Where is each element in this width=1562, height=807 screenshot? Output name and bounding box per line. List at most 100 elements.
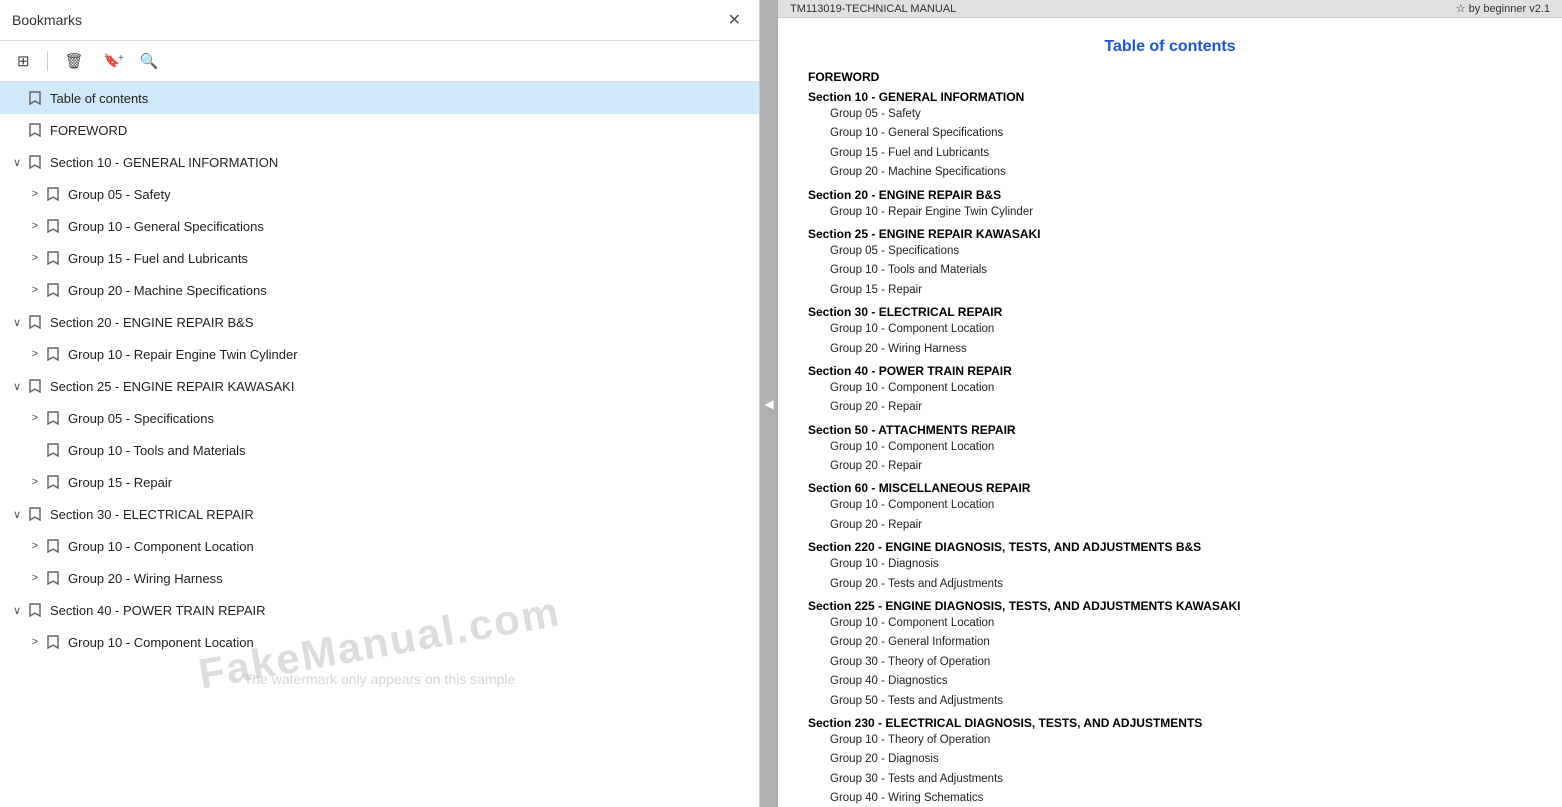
expand-arrow-s10g20[interactable] [26, 284, 44, 296]
delete-icon: 🗑 [65, 52, 84, 70]
close-button[interactable]: ✕ [722, 8, 747, 32]
bookmark-icon-s25g15 [44, 474, 62, 490]
bookmarks-header: Bookmarks ✕ [0, 0, 759, 41]
bookmark-item-s30g10[interactable]: Group 10 - Component Location [0, 530, 759, 562]
bookmark-label-s30: Section 30 - ELECTRICAL REPAIR [50, 507, 254, 522]
toc-group-3-1: Group 20 - Wiring Harness [808, 340, 1532, 358]
bookmark-icon-s40 [26, 602, 44, 618]
bookmark-item-foreword[interactable]: FOREWORD [0, 114, 759, 146]
collapse-panel-handle[interactable]: ◀ [760, 0, 778, 807]
toc-section-3: Section 30 - ELECTRICAL REPAIR [808, 305, 1532, 319]
toc-group-6-0: Group 10 - Component Location [808, 496, 1532, 514]
expand-arrow-s30g10[interactable] [26, 540, 44, 552]
doc-header-right: ☆ by beginner v2.1 [1456, 2, 1550, 15]
toc-group-4-1: Group 20 - Repair [808, 398, 1532, 416]
bookmark-item-s10g10[interactable]: Group 10 - General Specifications [0, 210, 759, 242]
bookmark-label-s30g20: Group 20 - Wiring Harness [68, 571, 223, 586]
expand-arrow-s10g10[interactable] [26, 220, 44, 232]
toc-section-4: Section 40 - POWER TRAIN REPAIR [808, 364, 1532, 378]
bookmark-item-s20[interactable]: Section 20 - ENGINE REPAIR B&S [0, 306, 759, 338]
toc-section-2: Section 25 - ENGINE REPAIR KAWASAKI [808, 227, 1532, 241]
bookmarks-panel: Bookmarks ✕ ⊞ 🗑 🔖+ 🔍 FakeManual.com The … [0, 0, 760, 807]
bookmark-item-s25g10[interactable]: Group 10 - Tools and Materials [0, 434, 759, 466]
bookmark-icon-s20 [26, 314, 44, 330]
toc-group-4-0: Group 10 - Component Location [808, 379, 1532, 397]
bookmark-item-s30[interactable]: Section 30 - ELECTRICAL REPAIR [0, 498, 759, 530]
toc-group-9-1: Group 20 - Diagnosis [808, 750, 1532, 768]
bookmark-item-s10[interactable]: Section 10 - GENERAL INFORMATION [0, 146, 759, 178]
bookmark-icon-s10g20 [44, 282, 62, 298]
bookmark-icon-s25 [26, 378, 44, 394]
toc-section-0: Section 10 - GENERAL INFORMATION [808, 90, 1532, 104]
expand-arrow-s10[interactable] [8, 156, 26, 169]
bookmark-item-toc[interactable]: Table of contents [0, 82, 759, 114]
toc-group-8-1: Group 20 - General Information [808, 633, 1532, 651]
expand-arrow-s30g20[interactable] [26, 572, 44, 584]
bookmark-label-s25g15: Group 15 - Repair [68, 475, 172, 490]
bookmark-item-s10g05[interactable]: Group 05 - Safety [0, 178, 759, 210]
expand-arrow-s25[interactable] [8, 380, 26, 393]
bookmark-item-s30g20[interactable]: Group 20 - Wiring Harness [0, 562, 759, 594]
toolbar-separator [47, 51, 48, 71]
expand-arrow-s40[interactable] [8, 604, 26, 617]
bookmark-label-s10g05: Group 05 - Safety [68, 187, 171, 202]
bookmark-label-foreword: FOREWORD [50, 123, 127, 138]
toc-group-8-3: Group 40 - Diagnostics [808, 672, 1532, 690]
toc-group-0-1: Group 10 - General Specifications [808, 124, 1532, 142]
bookmark-label-s10g15: Group 15 - Fuel and Lubricants [68, 251, 248, 266]
toc-section-9: Section 230 - ELECTRICAL DIAGNOSIS, TEST… [808, 716, 1532, 730]
toc-group-8-4: Group 50 - Tests and Adjustments [808, 692, 1532, 710]
bookmark-item-s20g10[interactable]: Group 10 - Repair Engine Twin Cylinder [0, 338, 759, 370]
toc-section-6: Section 60 - MISCELLANEOUS REPAIR [808, 481, 1532, 495]
bookmark-label-s25: Section 25 - ENGINE REPAIR KAWASAKI [50, 379, 294, 394]
expand-arrow-s30[interactable] [8, 508, 26, 521]
bookmark-item-s10g20[interactable]: Group 20 - Machine Specifications [0, 274, 759, 306]
expand-arrow-s10g15[interactable] [26, 252, 44, 264]
toc-section-8: Section 225 - ENGINE DIAGNOSIS, TESTS, A… [808, 599, 1532, 613]
bookmark-label-s20g10: Group 10 - Repair Engine Twin Cylinder [68, 347, 298, 362]
expand-arrow-s10g05[interactable] [26, 188, 44, 200]
add-bookmark-icon: 🔖+ [104, 53, 120, 69]
bookmark-icon-s30 [26, 506, 44, 522]
bookmark-item-s40g10[interactable]: Group 10 - Component Location [0, 626, 759, 658]
expand-arrow-s20g10[interactable] [26, 348, 44, 360]
toc-group-2-1: Group 10 - Tools and Materials [808, 261, 1532, 279]
bookmark-item-s25[interactable]: Section 25 - ENGINE REPAIR KAWASAKI [0, 370, 759, 402]
bookmark-icon-s10 [26, 154, 44, 170]
view-mode-icon: ⊞ [17, 52, 30, 70]
expand-arrow-s25g05[interactable] [26, 412, 44, 424]
bookmark-label-s25g05: Group 05 - Specifications [68, 411, 214, 426]
expand-arrow-s25g15[interactable] [26, 476, 44, 488]
bookmark-label-s10: Section 10 - GENERAL INFORMATION [50, 155, 278, 170]
toc-group-9-0: Group 10 - Theory of Operation [808, 731, 1532, 749]
toc-group-6-1: Group 20 - Repair [808, 516, 1532, 534]
bookmark-icon-foreword [26, 122, 44, 138]
toc-group-8-0: Group 10 - Component Location [808, 614, 1532, 632]
document-content: Table of contents FOREWORD Section 10 - GE… [778, 18, 1562, 807]
bookmark-icon-s30g10 [44, 538, 62, 554]
bookmark-item-s25g15[interactable]: Group 15 - Repair [0, 466, 759, 498]
bookmark-label-s40: Section 40 - POWER TRAIN REPAIR [50, 603, 266, 618]
toc-foreword: FOREWORD [808, 70, 1532, 84]
toc-group-7-1: Group 20 - Tests and Adjustments [808, 575, 1532, 593]
bookmark-item-s25g05[interactable]: Group 05 - Specifications [0, 402, 759, 434]
bookmark-label-s10g10: Group 10 - General Specifications [68, 219, 264, 234]
view-mode-button[interactable]: ⊞ [10, 47, 37, 75]
bookmark-item-s40[interactable]: Section 40 - POWER TRAIN REPAIR [0, 594, 759, 626]
document-panel: TM113019-TECHNICAL MANUAL ☆ by beginner … [778, 0, 1562, 807]
expand-arrow-s20[interactable] [8, 316, 26, 329]
bookmark-icon-s25g05 [44, 410, 62, 426]
expand-arrow-s40g10[interactable] [26, 636, 44, 648]
bookmark-item-s10g15[interactable]: Group 15 - Fuel and Lubricants [0, 242, 759, 274]
delete-bookmark-button[interactable]: 🗑 [58, 47, 91, 75]
bookmark-icon-toc [26, 90, 44, 106]
bookmark-label-toc: Table of contents [50, 91, 148, 106]
bookmark-icon-s10g15 [44, 250, 62, 266]
search-bookmark-button[interactable]: 🔍 [133, 47, 166, 75]
toc-group-8-2: Group 30 - Theory of Operation [808, 653, 1532, 671]
toc-title: Table of contents [808, 38, 1532, 56]
toc-group-9-3: Group 40 - Wiring Schematics [808, 789, 1532, 807]
bookmark-icon-s30g20 [44, 570, 62, 586]
toc-group-0-2: Group 15 - Fuel and Lubricants [808, 144, 1532, 162]
add-bookmark-button[interactable]: 🔖+ [97, 48, 127, 74]
